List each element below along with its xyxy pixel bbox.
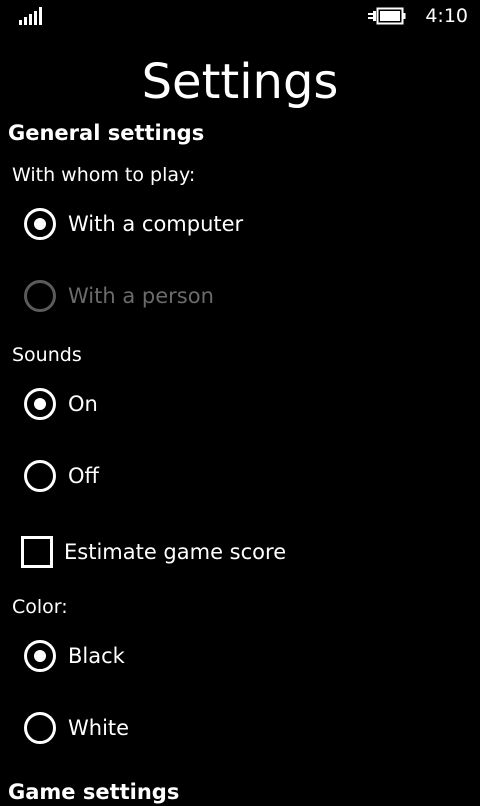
radio-with-person: With a person <box>24 280 444 314</box>
radio-label: Off <box>68 464 99 488</box>
color-label: Color: <box>12 596 68 618</box>
radio-selected-dot <box>34 398 46 410</box>
clock: 4:10 <box>425 5 468 27</box>
radio-selected-dot <box>34 218 46 230</box>
radio-circle <box>24 388 56 420</box>
radio-sounds-off[interactable]: Off <box>24 460 444 494</box>
radio-label: Black <box>68 644 125 668</box>
radio-label: With a person <box>68 284 214 308</box>
battery-charging-icon <box>368 7 406 25</box>
sounds-label: Sounds <box>12 344 82 366</box>
radio-label: On <box>68 392 98 416</box>
radio-label: White <box>68 716 130 740</box>
checkbox-label: Estimate game score <box>64 540 287 564</box>
opponent-label: With whom to play: <box>12 164 196 186</box>
radio-circle <box>24 640 56 672</box>
radio-with-computer[interactable]: With a computer <box>24 208 444 242</box>
general-settings-header: General settings <box>8 121 205 145</box>
radio-circle <box>24 460 56 492</box>
radio-circle <box>24 208 56 240</box>
radio-color-black[interactable]: Black <box>24 640 444 674</box>
radio-label: With a computer <box>68 212 244 236</box>
radio-circle <box>24 712 56 744</box>
radio-sounds-on[interactable]: On <box>24 388 444 422</box>
radio-circle <box>24 280 56 312</box>
estimate-score-checkbox[interactable]: Estimate game score <box>21 536 441 568</box>
game-settings-header: Game settings <box>8 780 180 804</box>
checkbox-box <box>21 536 53 568</box>
page-title: Settings <box>141 54 339 110</box>
signal-bars-icon <box>19 7 42 25</box>
radio-color-white[interactable]: White <box>24 712 444 746</box>
status-bar: 4:10 <box>0 0 480 32</box>
radio-selected-dot <box>34 650 46 662</box>
